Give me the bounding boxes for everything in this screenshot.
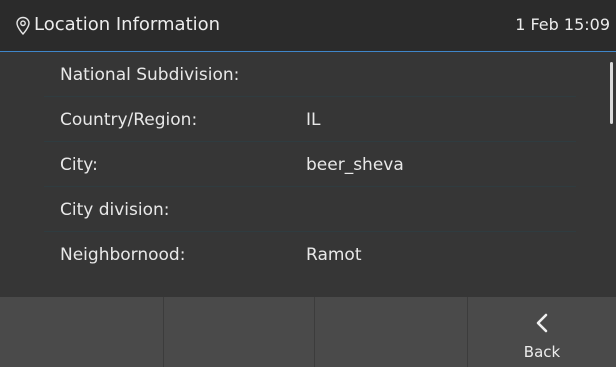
row-label: National Subdivision: (60, 65, 240, 85)
back-label: Back (523, 343, 561, 361)
row-value: beer_sheva (306, 155, 404, 175)
softkey-3[interactable] (314, 297, 467, 367)
row-value: Ramot (306, 245, 362, 265)
page-title: Location Information (34, 14, 221, 35)
date-time: 1 Feb 15:09 (515, 15, 610, 34)
chevron-left-icon (535, 313, 549, 333)
location-pin-icon (14, 16, 32, 36)
list-item-country-region[interactable]: Country/Region: IL (44, 97, 576, 142)
list-item-national-subdivision[interactable]: National Subdivision: (44, 52, 576, 97)
row-label: Country/Region: (60, 110, 198, 130)
row-label: City: (60, 155, 98, 175)
location-info-list: National Subdivision: Country/Region: IL… (0, 52, 616, 297)
softkey-1[interactable] (0, 297, 163, 367)
list-item-city-division[interactable]: City division: (44, 187, 576, 232)
back-button[interactable]: Back (467, 297, 616, 367)
row-value: IL (306, 110, 321, 130)
softkey-bar: Back (0, 297, 616, 367)
phone-screen: Location Information 1 Feb 15:09 Nationa… (0, 0, 616, 367)
scrollbar-thumb[interactable] (610, 62, 613, 124)
header-bar: Location Information 1 Feb 15:09 (0, 0, 616, 52)
list-item-neighborhood[interactable]: Neighbornood: Ramot (44, 232, 576, 277)
list-item-city[interactable]: City: beer_sheva (44, 142, 576, 187)
row-label: Neighbornood: (60, 245, 186, 265)
row-label: City division: (60, 200, 170, 220)
softkey-2[interactable] (163, 297, 314, 367)
